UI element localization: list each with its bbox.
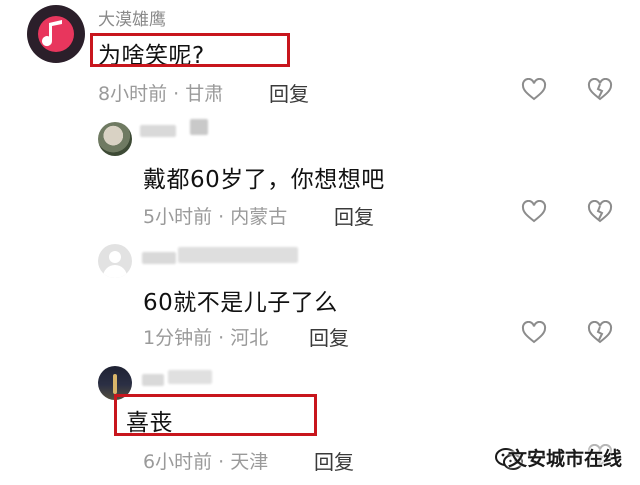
blurred-username (178, 247, 298, 263)
comment-text: 戴都60岁了，你想想吧 (143, 167, 385, 193)
comment-time: 1分钟前 (143, 327, 213, 349)
reply-button[interactable]: 回复 (314, 446, 354, 475)
meta-separator: · (218, 327, 225, 349)
reply-button[interactable]: 回复 (269, 78, 309, 107)
music-avatar[interactable] (27, 5, 85, 63)
comment-meta: 1分钟前 · 河北 (143, 323, 268, 350)
user-avatar[interactable] (98, 122, 132, 156)
comment-time: 5小时前 (143, 206, 213, 228)
blurred-username (142, 374, 164, 386)
heart-outline-icon[interactable] (521, 321, 547, 345)
comment-username[interactable]: 大漠雄鹰 (98, 5, 166, 30)
comment-time: 8小时前 (98, 83, 168, 105)
music-note-icon (42, 20, 62, 47)
watermark-text: 文安城市在线 (507, 448, 622, 470)
avatar-body (103, 265, 127, 278)
broken-heart-icon[interactable] (587, 78, 613, 102)
comment-meta: 8小时前 · 甘肃 (98, 79, 223, 106)
broken-heart-icon[interactable] (587, 200, 613, 224)
blurred-username (140, 125, 176, 137)
highlight-box (90, 33, 290, 67)
meta-separator: · (173, 83, 180, 105)
blurred-username (190, 119, 208, 135)
heart-outline-icon[interactable] (521, 78, 547, 102)
comment-thread: 大漠雄鹰 为啥笑呢? 8小时前 · 甘肃 回复 戴都60岁了，你想想吧 5小时前… (0, 0, 640, 485)
blurred-username (168, 370, 212, 384)
reply-button[interactable]: 回复 (309, 322, 349, 351)
default-avatar-icon[interactable] (98, 244, 132, 278)
reply-button[interactable]: 回复 (334, 201, 374, 230)
comment-location: 甘肃 (185, 83, 224, 105)
comment-location: 天津 (230, 451, 269, 473)
comment-location: 内蒙古 (230, 206, 288, 228)
blurred-username (142, 252, 176, 264)
comment-time: 6小时前 (143, 451, 213, 473)
comment-location: 河北 (230, 327, 269, 349)
avatar-light (113, 374, 117, 394)
meta-separator: · (218, 451, 225, 473)
comment-meta: 5小时前 · 内蒙古 (143, 202, 287, 229)
heart-outline-icon[interactable] (521, 200, 547, 224)
avatar-head (109, 251, 121, 263)
comment-meta: 6小时前 · 天津 (143, 447, 268, 474)
meta-separator: · (218, 206, 225, 228)
comment-text: 60就不是儿子了么 (143, 290, 338, 316)
highlight-box (114, 394, 317, 436)
broken-heart-icon[interactable] (587, 321, 613, 345)
